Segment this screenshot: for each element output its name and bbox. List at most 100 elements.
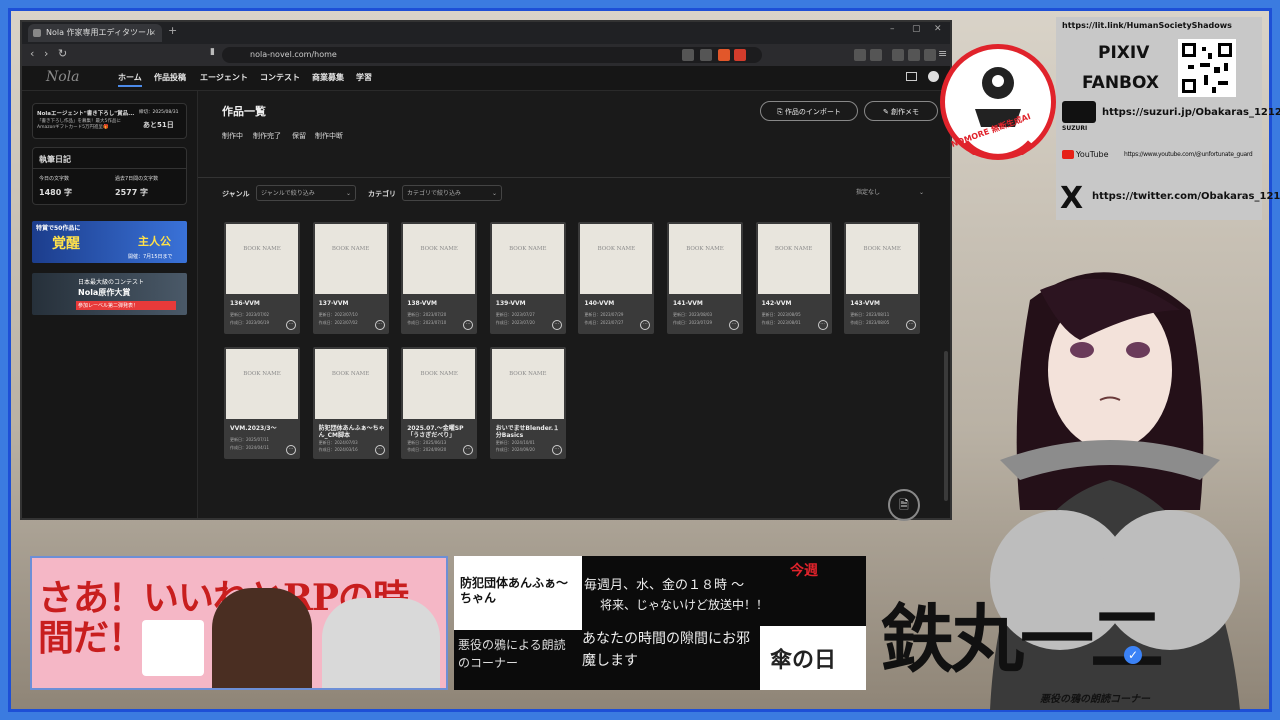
book-title: VVM.2023/3～	[230, 425, 277, 432]
book-updated: 更新日：2023/07/20	[407, 312, 447, 317]
brave-rewards-icon[interactable]	[734, 49, 746, 61]
mail-icon[interactable]	[906, 72, 917, 81]
book-card[interactable]: BOOK NAME 138-VVM 更新日：2023/07/20 作成日：2023/0…	[401, 222, 478, 334]
more-options-icon[interactable]: ···	[906, 320, 917, 330]
book-created: 作成日：2023/07/10	[407, 320, 447, 325]
document-icon: 🗎	[899, 498, 909, 512]
book-cover: BOOK NAME	[314, 349, 387, 419]
book-card[interactable]: BOOK NAME 137-VVM 更新日：2023/07/10 作成日：2023/0…	[312, 222, 389, 334]
more-options-icon[interactable]: ···	[817, 320, 828, 330]
book-card[interactable]: BOOK NAME 防犯団体あんふぁ～ちゃん_CM脚本 更新日：2024/07/03…	[312, 347, 389, 459]
minimize-icon[interactable]: –	[890, 24, 895, 34]
book-card[interactable]: BOOK NAME VVM.2023/3～ 更新日：2025/07/11 作成日：20…	[224, 347, 300, 459]
book-created: 作成日：2023/07/29	[673, 320, 713, 325]
close-window-icon[interactable]: ✕	[934, 24, 942, 34]
forward-icon[interactable]: ›	[44, 47, 48, 60]
browser-tab[interactable]: Nola 作家専用エディタツール ×	[28, 24, 162, 42]
more-options-icon[interactable]: ···	[286, 320, 296, 330]
nav-agent[interactable]: エージェント	[200, 72, 248, 83]
book-cover-text: BOOK NAME	[686, 246, 724, 252]
contest-banner-1[interactable]: 特賞で50作品に 覚醒 主人公 開催：7月15日まで	[32, 221, 187, 263]
nola-logo[interactable]: Nola	[46, 69, 80, 85]
share-icon[interactable]	[700, 49, 712, 61]
nav-home[interactable]: ホーム	[118, 72, 142, 87]
book-created: 作成日：2023/07/20	[495, 320, 535, 325]
nav-commercial[interactable]: 商業募集	[312, 72, 344, 83]
category-placeholder: カテゴリで絞り込み	[407, 190, 462, 197]
book-card[interactable]: BOOK NAME 2025.07.～金曜SP「うさぎだべり」 更新日：2025/0…	[401, 347, 478, 459]
new-tab-button[interactable]: +	[168, 24, 177, 37]
tab-on-hold[interactable]: 保留	[292, 131, 306, 141]
extensions-icon[interactable]	[854, 49, 866, 61]
vpn-icon[interactable]	[924, 49, 936, 61]
new-work-button[interactable]: 🗎	[888, 489, 920, 521]
more-options-icon[interactable]: ···	[640, 320, 651, 330]
book-updated: 更新日：2023/07/27	[495, 312, 535, 317]
more-options-icon[interactable]: ···	[551, 445, 562, 455]
more-options-icon[interactable]: ···	[374, 320, 385, 330]
sidebar-toggle-icon[interactable]	[892, 49, 904, 61]
sort-value: 指定なし	[856, 189, 881, 196]
more-options-icon[interactable]: ···	[463, 320, 474, 330]
cast-icon[interactable]	[682, 49, 694, 61]
book-updated: 更新日：2023/08/05	[761, 312, 801, 317]
book-created: 作成日：2023/08/01	[761, 320, 801, 325]
category-select[interactable]: カテゴリで絞り込み ⌄	[402, 185, 502, 201]
youtube-label: YouTube	[1076, 150, 1109, 159]
more-options-icon[interactable]: ···	[374, 445, 385, 455]
book-title: おいでませBlender.１分Basics	[495, 425, 560, 439]
address-bar-row: ‹ › ↻ ▮ nola-novel.com/home ≡	[22, 44, 950, 66]
reader-icon[interactable]	[870, 49, 882, 61]
book-cover: BOOK NAME	[846, 224, 919, 294]
more-options-icon[interactable]: ···	[463, 445, 474, 455]
book-card[interactable]: BOOK NAME 143-VVM 更新日：2023/08/11 作成日：2023/0…	[844, 222, 921, 334]
book-card[interactable]: BOOK NAME 136-VVM 更新日：2023/07/02 作成日：2023/0…	[224, 222, 300, 334]
avatar[interactable]	[928, 71, 939, 82]
nav-learning[interactable]: 学習	[356, 72, 372, 83]
tab-completed[interactable]: 制作完了	[253, 131, 281, 141]
works-list-main: 作品一覧 制作中 制作完了 保留 制作中断 ⎘ 作品のインポート ✎ 創作メモ …	[198, 91, 950, 521]
notice-days-left: あと51日	[143, 121, 174, 129]
book-cover-text: BOOK NAME	[243, 246, 281, 252]
crow-icon	[142, 620, 204, 676]
bookmark-icon[interactable]: ▮	[210, 47, 215, 57]
more-options-icon[interactable]: ···	[551, 320, 562, 330]
book-card[interactable]: BOOK NAME 142-VVM 更新日：2023/08/05 作成日：2023/0…	[755, 222, 832, 334]
tab-close-icon[interactable]: ×	[149, 24, 156, 42]
contest-banner-2[interactable]: 日本最大級のコンテスト Nola原作大賞 参加レーベル第二弾発表！	[32, 273, 187, 315]
maximize-icon[interactable]: ▢	[912, 24, 921, 34]
nola-sidebar: Nolaエージェント"書き下ろし"賞品... 「書き下ろし作品」を募集！最大5作…	[22, 91, 198, 518]
reload-icon[interactable]: ↻	[58, 47, 67, 60]
memo-button[interactable]: ✎ 創作メモ	[864, 101, 938, 121]
scrollbar[interactable]	[944, 351, 948, 501]
show-logo-text: 防犯団体あんふぁ～ちゃん	[460, 576, 569, 605]
banner2-line1: 日本最大級のコンテスト	[78, 279, 145, 286]
wallet-icon[interactable]	[908, 49, 920, 61]
book-card[interactable]: BOOK NAME 139-VVM 更新日：2023/07/27 作成日：2023/0…	[489, 222, 566, 334]
book-card[interactable]: BOOK NAME 141-VVM 更新日：2023/08/03 作成日：2023/0…	[667, 222, 743, 334]
book-card[interactable]: BOOK NAME 140-VVM 更新日：2023/07/29 作成日：2023/0…	[578, 222, 655, 334]
book-card[interactable]: BOOK NAME おいでませBlender.１分Basics 更新日：2024/1…	[489, 347, 566, 459]
more-options-icon[interactable]: ···	[286, 445, 296, 455]
book-title: 142-VVM	[761, 300, 792, 307]
book-cover-text: BOOK NAME	[331, 246, 370, 252]
tab-suspended[interactable]: 制作中断	[315, 131, 343, 141]
tab-bar: Nola 作家専用エディタツール × + – ▢ ✕	[22, 22, 950, 44]
genre-select[interactable]: ジャンルで絞り込み ⌄	[256, 185, 356, 201]
import-button[interactable]: ⎘ 作品のインポート	[760, 101, 858, 121]
brave-shield-icon[interactable]	[718, 49, 730, 61]
divider	[33, 168, 186, 169]
today-label: 今日の文字数	[39, 176, 70, 182]
tab-in-progress[interactable]: 制作中	[222, 131, 243, 141]
book-created: 作成日：2023/08/05	[850, 320, 890, 325]
book-cover: BOOK NAME	[757, 224, 830, 294]
sort-select[interactable]: 指定なし ⌄	[852, 185, 928, 201]
nav-contest[interactable]: コンテスト	[260, 72, 300, 83]
notice-card[interactable]: Nolaエージェント"書き下ろし"賞品... 「書き下ろし作品」を募集！最大5作…	[32, 103, 187, 139]
nav-post[interactable]: 作品投稿	[154, 72, 186, 83]
more-options-icon[interactable]: ···	[729, 320, 739, 330]
litlink-url: https://lit.link/HumanSocietyShadows	[1062, 21, 1232, 30]
divider	[198, 177, 950, 178]
back-icon[interactable]: ‹	[30, 47, 34, 60]
url-field[interactable]: nola-novel.com/home	[222, 47, 762, 63]
